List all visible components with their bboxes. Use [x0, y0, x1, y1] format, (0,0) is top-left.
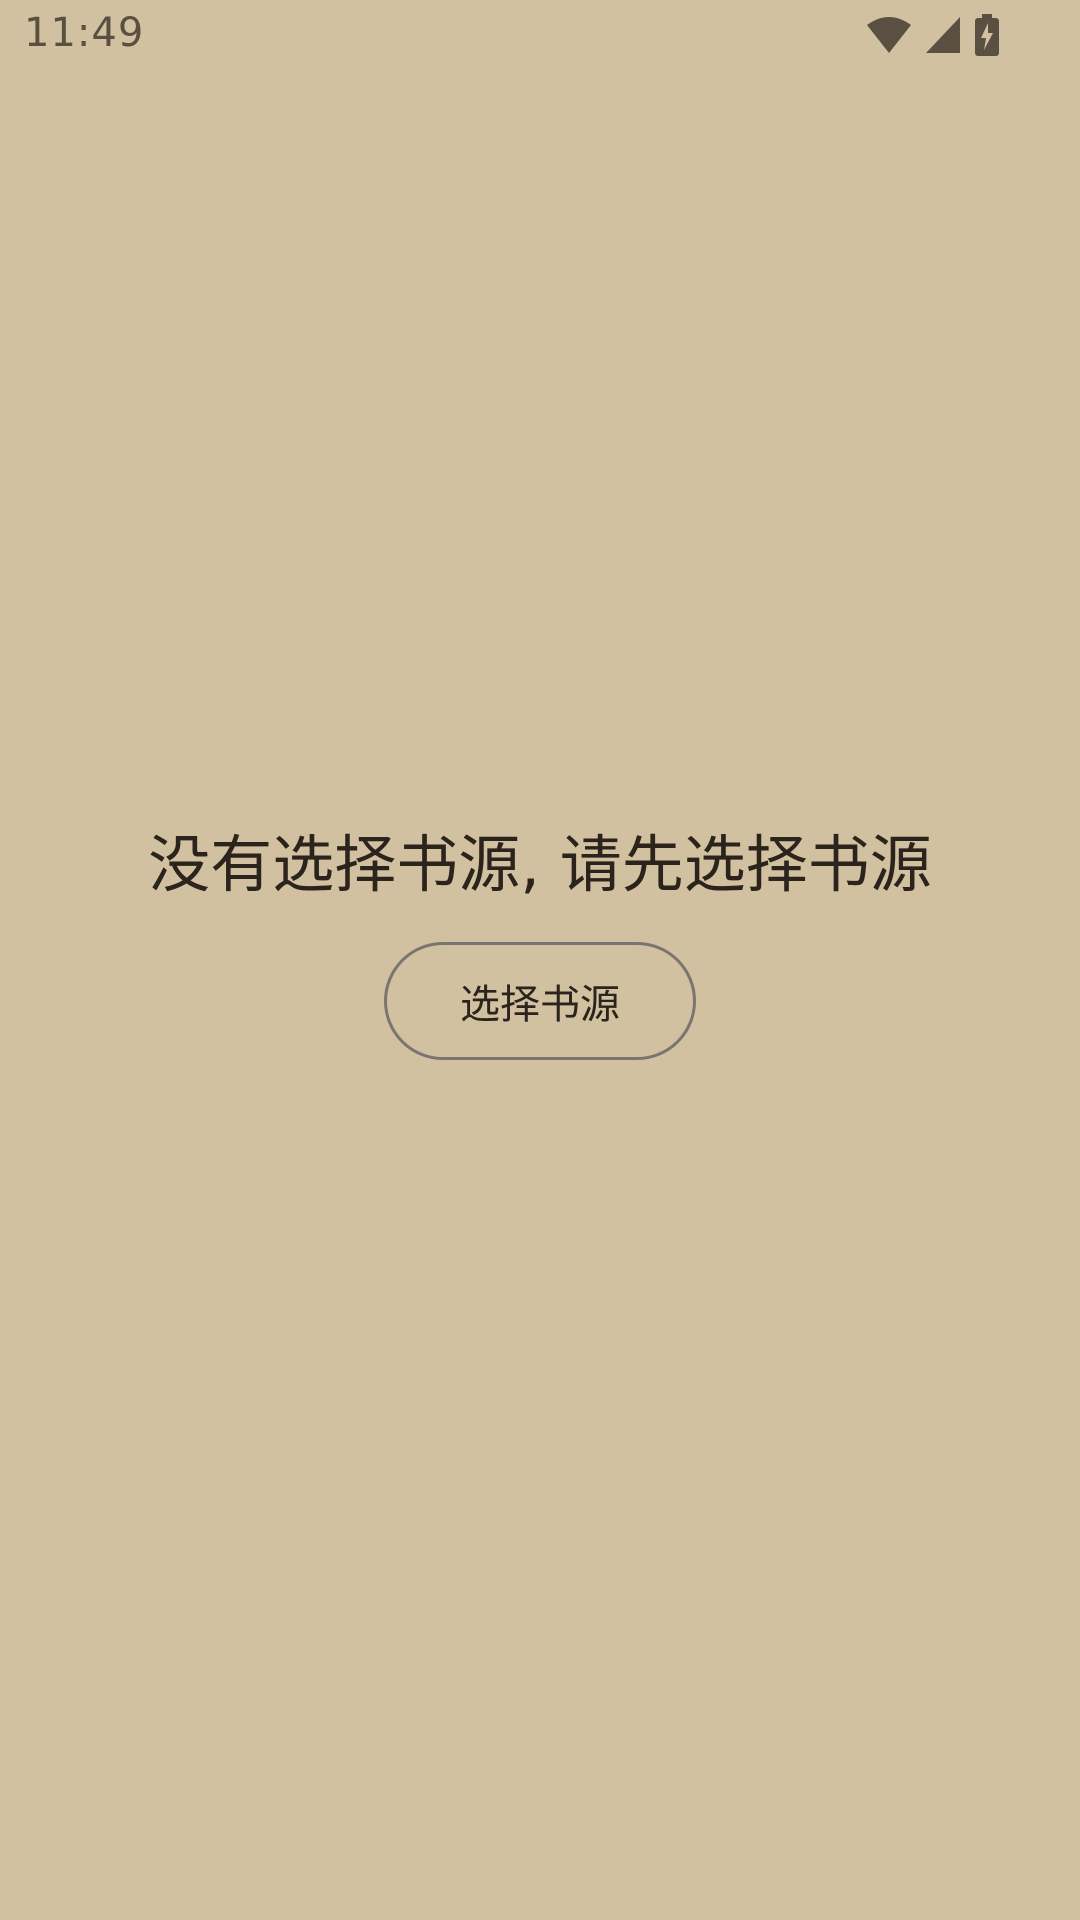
status-icons [866, 14, 1000, 56]
select-source-button[interactable]: 选择书源 [384, 942, 696, 1060]
battery-charging-icon [974, 14, 1000, 56]
status-bar: 11:49 [0, 0, 1080, 72]
status-time: 11:49 [24, 10, 145, 56]
empty-state: 没有选择书源, 请先选择书源 选择书源 [0, 820, 1080, 1060]
wifi-icon [866, 15, 912, 55]
app-screen: 11:49 没有选择书源, 请先选择书源 选择书源 [0, 0, 1080, 1920]
signal-icon [924, 15, 962, 55]
empty-message: 没有选择书源, 请先选择书源 [148, 828, 932, 901]
